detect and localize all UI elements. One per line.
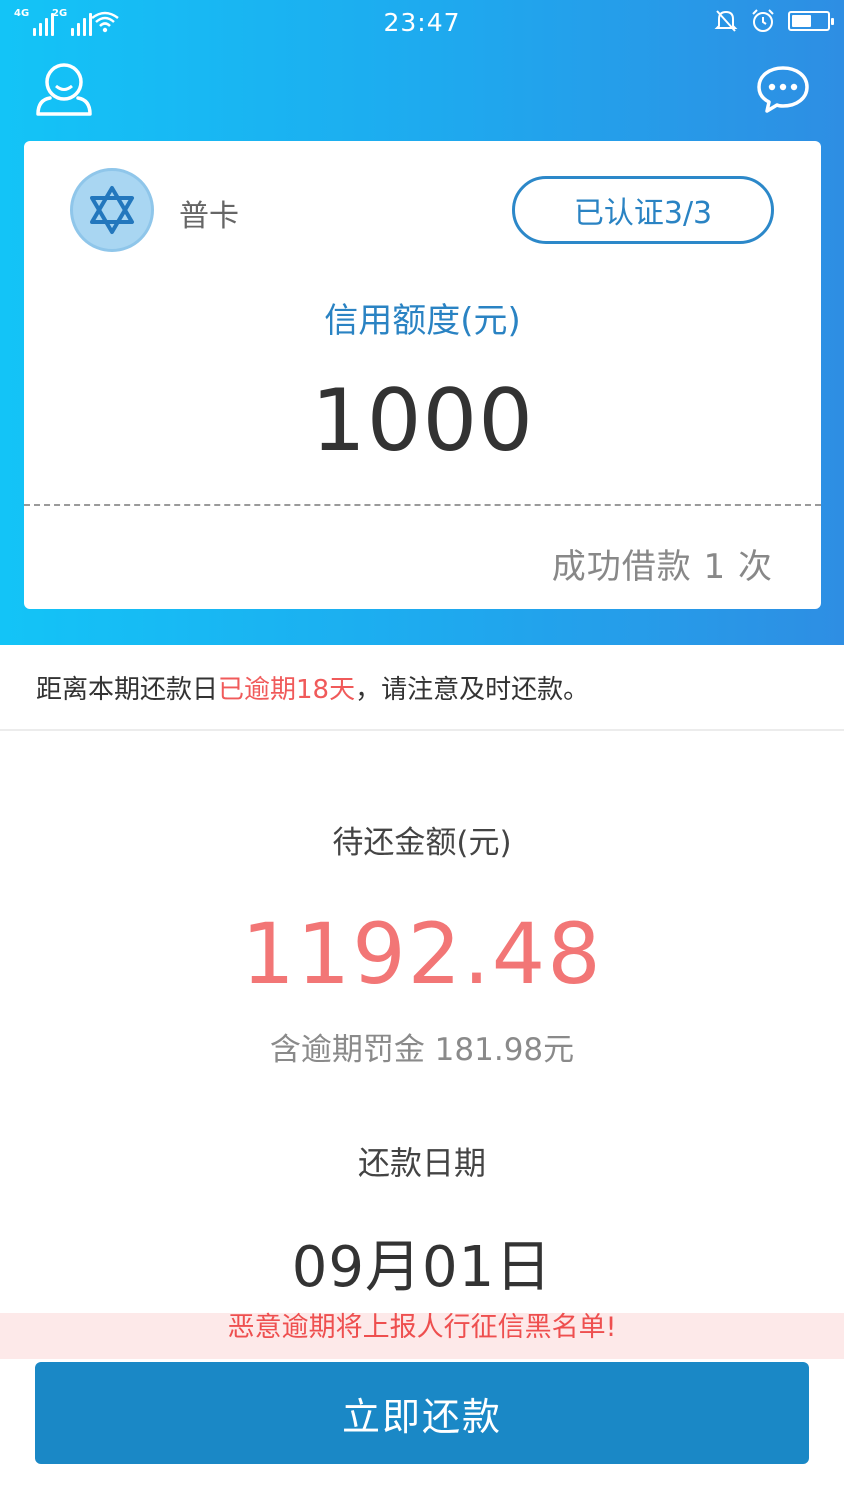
credit-card-panel: 普卡 已认证3/3 信用额度(元) 1000 成功借款 1 次 bbox=[24, 141, 821, 609]
due-date-value: 09月01日 bbox=[291, 1235, 553, 1300]
star-of-david-icon bbox=[90, 186, 134, 234]
chat-icon[interactable] bbox=[756, 64, 810, 114]
amount-due-value: 1192.48 bbox=[241, 905, 603, 1003]
alarm-icon bbox=[752, 9, 774, 32]
notice-suffix: ，请注意及时还款。 bbox=[355, 674, 590, 705]
bell-muted-icon bbox=[714, 10, 738, 32]
overdue-notice: 距离本期还款日 已逾期18天 ，请注意及时还款。 bbox=[0, 645, 844, 731]
credit-limit-value: 1000 bbox=[311, 371, 534, 471]
amount-due-label: 待还金额(元) bbox=[332, 825, 512, 861]
notice-prefix: 距离本期还款日 bbox=[36, 674, 219, 705]
blacklist-warning: 恶意逾期将上报人行征信黑名单! bbox=[0, 1313, 844, 1359]
divider bbox=[24, 504, 821, 506]
certification-button[interactable]: 已认证3/3 bbox=[512, 176, 774, 244]
notice-overdue: 已逾期18天 bbox=[218, 674, 356, 705]
battery-level bbox=[792, 15, 811, 27]
credit-limit-label: 信用额度(元) bbox=[324, 301, 521, 341]
card-level-name: 普卡 bbox=[179, 199, 239, 234]
status-bar: 4G 2G 23:47 bbox=[0, 0, 844, 46]
card-level-badge bbox=[70, 168, 154, 252]
penalty-text: 含逾期罚金 181.98元 bbox=[269, 1032, 575, 1068]
loan-count: 成功借款 1 次 bbox=[551, 547, 773, 587]
user-icon[interactable] bbox=[34, 60, 94, 118]
battery-icon bbox=[788, 11, 834, 31]
repay-now-button[interactable]: 立即还款 bbox=[35, 1362, 809, 1464]
due-date-label: 还款日期 bbox=[357, 1144, 486, 1182]
